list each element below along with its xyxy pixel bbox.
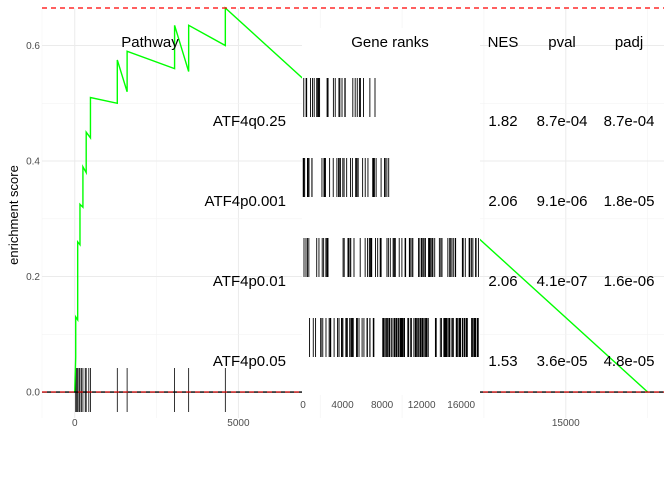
- gene-hit-marks: [75, 368, 226, 413]
- y-tick-label: 0.4: [26, 157, 40, 168]
- header-gene-ranks: Gene ranks: [351, 34, 429, 51]
- pval-value: 9.1e-06: [537, 193, 588, 210]
- ranks-tick-label: 12000: [408, 400, 436, 411]
- nes-value: 2.06: [488, 193, 517, 210]
- pval-value: 3.6e-05: [537, 353, 588, 370]
- ranks-tick-label: 16000: [447, 400, 475, 411]
- y-tick-label: 0.6: [26, 41, 40, 52]
- header-pval: pval: [548, 34, 576, 51]
- nes-value: 2.06: [488, 273, 517, 290]
- pathway-name: ATF4p0.01: [213, 273, 286, 290]
- header-pathway: Pathway: [121, 34, 179, 51]
- pval-value: 8.7e-04: [537, 113, 588, 130]
- header-padj: padj: [615, 34, 643, 51]
- y-axis-label: enrichment score: [6, 165, 21, 265]
- pathway-name: ATF4p0.05: [213, 353, 286, 370]
- pathway-table: Pathway Gene ranks NES pval padj ATF4q0.…: [121, 28, 654, 411]
- x-tick-label: 5000: [227, 418, 250, 429]
- x-tick-label: 15000: [552, 418, 580, 429]
- y-axis-ticks: 0.0 0.2 0.4 0.6: [26, 41, 40, 398]
- y-tick-label: 0.0: [26, 388, 40, 399]
- padj-value: 1.6e-06: [604, 273, 655, 290]
- pval-value: 4.1e-07: [537, 273, 588, 290]
- ranks-tick-label: 8000: [371, 400, 394, 411]
- nes-value: 1.82: [488, 113, 517, 130]
- gene-ranks-axis: 0 4000 8000 12000 16000: [300, 400, 475, 411]
- padj-value: 1.8e-05: [604, 193, 655, 210]
- pathway-name: ATF4p0.001: [205, 193, 286, 210]
- enrichment-chart: 0.0 0.2 0.4 0.6 0 5000 15000 enrichment score…: [6, 6, 664, 429]
- header-nes: NES: [488, 34, 519, 51]
- nes-value: 1.53: [488, 353, 517, 370]
- ranks-tick-label: 4000: [331, 400, 354, 411]
- padj-value: 8.7e-04: [604, 113, 655, 130]
- x-tick-label: 0: [72, 418, 78, 429]
- y-tick-label: 0.2: [26, 272, 40, 283]
- padj-value: 4.8e-05: [604, 353, 655, 370]
- pathway-name: ATF4q0.25: [213, 113, 286, 130]
- x-axis-ticks: 0 5000 15000: [72, 418, 580, 429]
- ranks-tick-label: 0: [300, 400, 306, 411]
